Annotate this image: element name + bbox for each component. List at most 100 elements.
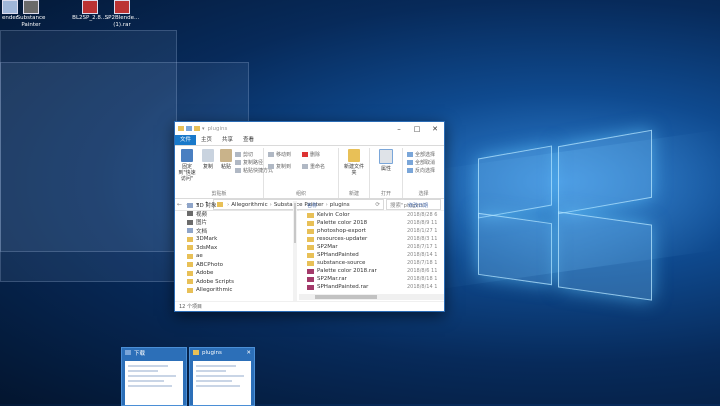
file-row[interactable]: photoshop-export 2018/1/27 1 (299, 227, 444, 235)
select-none-icon (407, 160, 413, 165)
file-row[interactable]: SP2Mar.rar 2018/8/18 1 (299, 275, 444, 283)
substance-painter-icon (23, 0, 39, 14)
properties-icon (379, 149, 393, 164)
folder-icon (187, 245, 193, 251)
rename-button[interactable]: 重命名 (302, 163, 325, 170)
file-name: SP2Mar.rar (317, 276, 347, 282)
file-name: photoshop-export (317, 228, 366, 234)
file-name: SPHandPainted (317, 252, 359, 258)
file-row[interactable]: SP2Mar 2018/7/17 1 (299, 243, 444, 251)
properties-button[interactable]: 属性 (375, 149, 397, 172)
file-date: 2018/8/18 1 (407, 276, 438, 282)
horizontal-scrollbar[interactable] (299, 294, 444, 300)
select-none-button[interactable]: 全部取消 (407, 159, 435, 166)
copy-to-button[interactable]: 复制到 (268, 163, 291, 170)
folder-icon (307, 244, 314, 250)
folder-icon (187, 236, 193, 242)
desktop-icon-substance-painter[interactable]: Substance Painter (9, 0, 53, 29)
pin-button[interactable]: 固定到"快速访问" (176, 149, 198, 182)
nav-pane-item[interactable]: 文档 (175, 227, 293, 236)
folder-icon (187, 279, 193, 285)
item-count: 12 个项目 (179, 304, 202, 310)
preview-thumbnail (125, 361, 183, 405)
maximize-button[interactable]: □ (408, 122, 426, 135)
tab-file[interactable]: 文件 (175, 135, 197, 145)
nav-pane-item[interactable]: 视频 (175, 210, 293, 219)
file-row[interactable]: SPHandPainted.rar 2018/8/14 1 (299, 283, 444, 291)
pin-icon (181, 149, 193, 162)
cut-button[interactable]: 剪切 (235, 151, 253, 158)
tab-home[interactable]: 主页 (196, 135, 217, 145)
select-all-button[interactable]: 全部选择 (407, 151, 435, 158)
explorer-window[interactable]: ▾ plugins – □ ✕ 文件 主页 共享 查看 固定到"快速访问" 复制… (174, 121, 445, 312)
taskbar-preview-plugins[interactable]: plugins ✕ (189, 347, 255, 406)
windows-logo-pane-br (558, 211, 652, 301)
paste-icon (220, 149, 232, 162)
tab-view[interactable]: 查看 (238, 135, 259, 145)
nav-pane-item[interactable]: ae (175, 252, 293, 261)
nav-pane-item[interactable]: 3dsMax (175, 244, 293, 253)
file-date: 2018/8/3 11 (407, 236, 438, 242)
close-button[interactable]: ✕ (426, 122, 444, 135)
group-clipboard: 固定到"快速访问" 复制 粘贴 剪切 复制路径 粘贴快捷方式 剪贴板 (175, 148, 273, 198)
nav-pane-item[interactable]: Adobe (175, 269, 293, 278)
file-name: resources-updater (317, 236, 368, 242)
archive-icon (307, 276, 314, 282)
group-new: 新建文件夹 新建 (339, 148, 370, 198)
paste-shortcut-icon (235, 168, 241, 173)
file-date: 2018/7/18 1 (407, 260, 438, 266)
file-row[interactable]: substance-source 2018/7/18 1 (299, 259, 444, 267)
minimize-button[interactable]: – (390, 122, 408, 135)
properties-icon[interactable] (186, 126, 192, 131)
file-row[interactable]: SPHandPainted 2018/8/14 1 (299, 251, 444, 259)
invert-selection-button[interactable]: 反向选择 (407, 167, 435, 174)
desktop-icon-sp2blender[interactable]: SP2Blende... (1).rar (100, 0, 144, 29)
tab-share[interactable]: 共享 (217, 135, 238, 145)
quick-access-chevron-icon[interactable]: ▾ (202, 126, 205, 132)
column-date[interactable]: 修改日期 (408, 202, 428, 209)
file-date: 2018/8/14 1 (407, 252, 438, 258)
select-all-icon (407, 152, 413, 157)
file-date: 2018/8/6 11 (407, 268, 438, 274)
copy-path-button[interactable]: 复制路径 (235, 159, 263, 166)
scrollbar-thumb[interactable] (294, 203, 296, 243)
new-folder-icon[interactable] (194, 126, 200, 131)
nav-pane-item[interactable]: ABCPhoto (175, 261, 293, 270)
column-header-row: 名称 修改日期 (299, 201, 444, 211)
nav-pane-item[interactable]: 图片 (175, 218, 293, 227)
folder-icon (307, 220, 314, 226)
file-row[interactable]: Palette color 2018.rar 2018/8/6 11 (299, 267, 444, 275)
move-to-button[interactable]: 移动到 (268, 151, 291, 158)
paste-button[interactable]: 粘贴 (215, 149, 237, 170)
nav-pane-item[interactable]: Adobe Scripts (175, 278, 293, 287)
group-open: 属性 打开 (370, 148, 403, 198)
new-folder-button[interactable]: 新建文件夹 (343, 149, 365, 176)
nav-pane-item[interactable]: 3D 对象 (175, 201, 293, 210)
group-organize: 移动到 复制到 删除 重命名 组织 (264, 148, 339, 198)
copy-to-icon (268, 164, 274, 169)
title-bar[interactable]: ▾ plugins – □ ✕ (175, 122, 444, 135)
copy-path-icon (235, 160, 241, 165)
folder-icon (187, 228, 193, 234)
column-name[interactable]: 名称 (299, 202, 408, 209)
nav-pane-item[interactable]: 3DMark (175, 235, 293, 244)
archive-icon (307, 268, 314, 274)
navigation-scrollbar[interactable] (293, 201, 297, 302)
folder-icon (307, 260, 314, 266)
taskbar-preview-downloads[interactable]: 下载 (121, 347, 187, 406)
close-icon[interactable]: ✕ (246, 350, 251, 356)
file-name: SP2Mar (317, 244, 338, 250)
file-date: 2018/8/14 1 (407, 284, 438, 290)
delete-button[interactable]: 删除 (302, 151, 320, 158)
windows-logo-pane-bl (478, 212, 552, 286)
preview-thumbnail (193, 361, 251, 405)
file-row[interactable]: Kelvin Color 2018/8/28 6 (299, 211, 444, 219)
folder-icon (187, 253, 193, 259)
folder-icon (187, 211, 193, 217)
nav-pane-item[interactable]: Allegorithmic (175, 286, 293, 295)
file-row[interactable]: resources-updater 2018/8/3 11 (299, 235, 444, 243)
file-date: 2018/1/27 1 (407, 228, 438, 234)
copy-icon (202, 149, 214, 162)
file-row[interactable]: Palette color 2018 2018/8/9 11 (299, 219, 444, 227)
scrollbar-thumb[interactable] (315, 295, 377, 299)
